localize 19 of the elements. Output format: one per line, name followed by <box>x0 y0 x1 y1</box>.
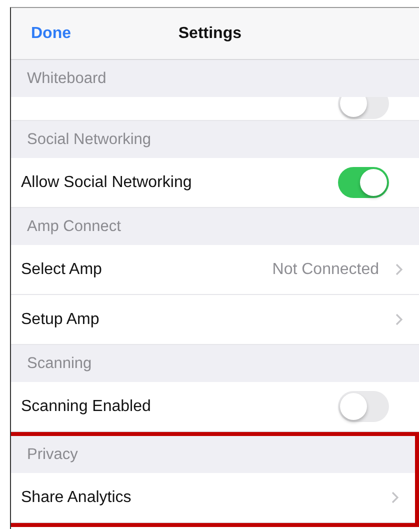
setting-label[interactable]: Share Analytics <box>21 488 391 506</box>
toggle-switch[interactable] <box>338 167 389 198</box>
chevron-icon <box>391 491 399 504</box>
chevron-icon <box>395 263 403 276</box>
section-header: Privacy <box>27 446 78 464</box>
screen-title: Settings <box>178 24 242 42</box>
setting-value: Not Connected <box>272 260 379 278</box>
done-button[interactable]: Done <box>11 24 71 42</box>
setting-label[interactable]: Select Amp <box>21 260 272 278</box>
setting-label: Allow Social Networking <box>21 174 193 192</box>
section-header: Scanning <box>27 354 92 372</box>
toggle-switch[interactable] <box>338 391 389 422</box>
setting-label: Scanning Enabled <box>21 398 152 416</box>
setting-label[interactable]: Setup Amp <box>21 310 395 328</box>
chevron-icon <box>395 313 403 326</box>
section-header: Amp Connect <box>27 218 121 236</box>
section-header: Whiteboard <box>27 70 106 88</box>
section-header: Social Networking <box>27 130 152 148</box>
toggle-switch[interactable] <box>338 97 389 119</box>
